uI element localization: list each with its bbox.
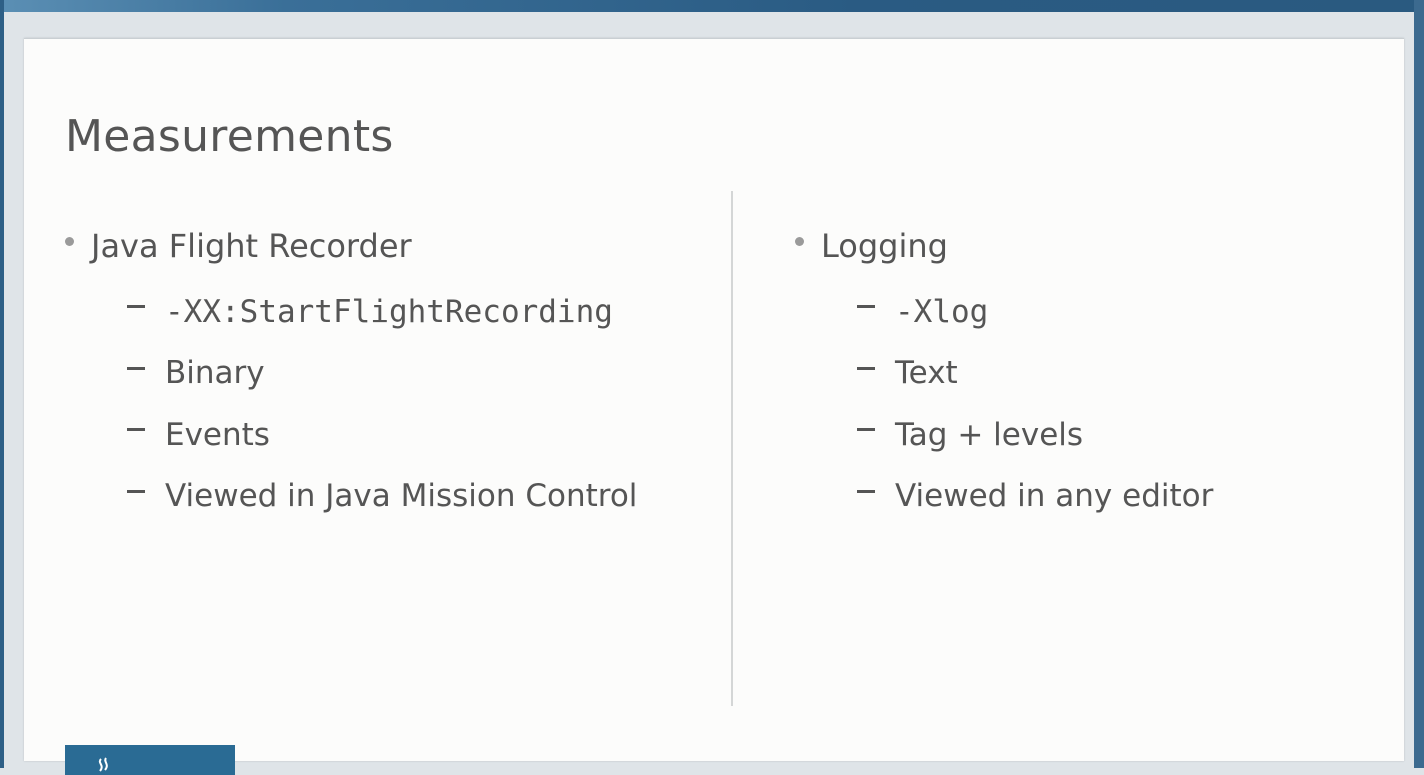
left-bullet: Java Flight Recorder (65, 225, 637, 267)
frame-left-edge (0, 0, 4, 768)
right-sub-item: Text (857, 343, 1213, 405)
right-sub-item: Viewed in any editor (857, 466, 1213, 528)
left-column: Java Flight Recorder -XX:StartFlightReco… (65, 225, 637, 527)
right-bullet-label: Logging (821, 227, 948, 265)
right-bullet: Logging (795, 225, 1213, 267)
window-top-bar (0, 0, 1424, 12)
dash-icon (127, 366, 145, 370)
left-sub-item-label: Binary (165, 355, 265, 392)
right-column: Logging -Xlog Text Tag + levels Viewed i… (795, 225, 1213, 527)
dash-icon (857, 428, 875, 432)
dash-icon (127, 489, 145, 493)
frame-right-edge (1414, 0, 1424, 768)
left-sub-item-label: Viewed in Java Mission Control (165, 478, 638, 515)
right-sub-item-label: Tag + levels (895, 416, 1084, 453)
left-bullet-label: Java Flight Recorder (91, 227, 412, 265)
left-sub-item: -XX:StartFlightRecording (127, 281, 637, 343)
presentation-slide: Measurements Java Flight Recorder -XX:St… (24, 38, 1404, 775)
bullet-dot-icon (795, 236, 804, 246)
right-sub-item-label: Text (895, 355, 958, 392)
footer-logo (65, 745, 235, 775)
dash-icon (857, 489, 875, 493)
slide-title: Measurements (65, 111, 394, 162)
right-sub-item-label: -Xlog (895, 293, 989, 330)
right-sub-list: -Xlog Text Tag + levels Viewed in any ed… (795, 281, 1213, 527)
dash-icon (857, 305, 875, 309)
dash-icon (127, 428, 145, 432)
left-sub-item-label: -XX:StartFlightRecording (165, 293, 613, 330)
dash-icon (857, 366, 875, 370)
column-divider (731, 191, 733, 706)
left-sub-item: Events (127, 404, 637, 466)
left-sub-item-label: Events (165, 416, 270, 453)
dash-icon (127, 305, 145, 309)
right-sub-item: Tag + levels (857, 404, 1213, 466)
right-sub-item-label: Viewed in any editor (895, 478, 1214, 515)
bullet-dot-icon (65, 236, 74, 246)
left-sub-item: Viewed in Java Mission Control (127, 466, 637, 528)
left-sub-list: -XX:StartFlightRecording Binary Events V… (65, 281, 637, 527)
right-sub-item: -Xlog (857, 281, 1213, 343)
left-sub-item: Binary (127, 343, 637, 405)
java-cup-logo-icon (98, 757, 108, 772)
